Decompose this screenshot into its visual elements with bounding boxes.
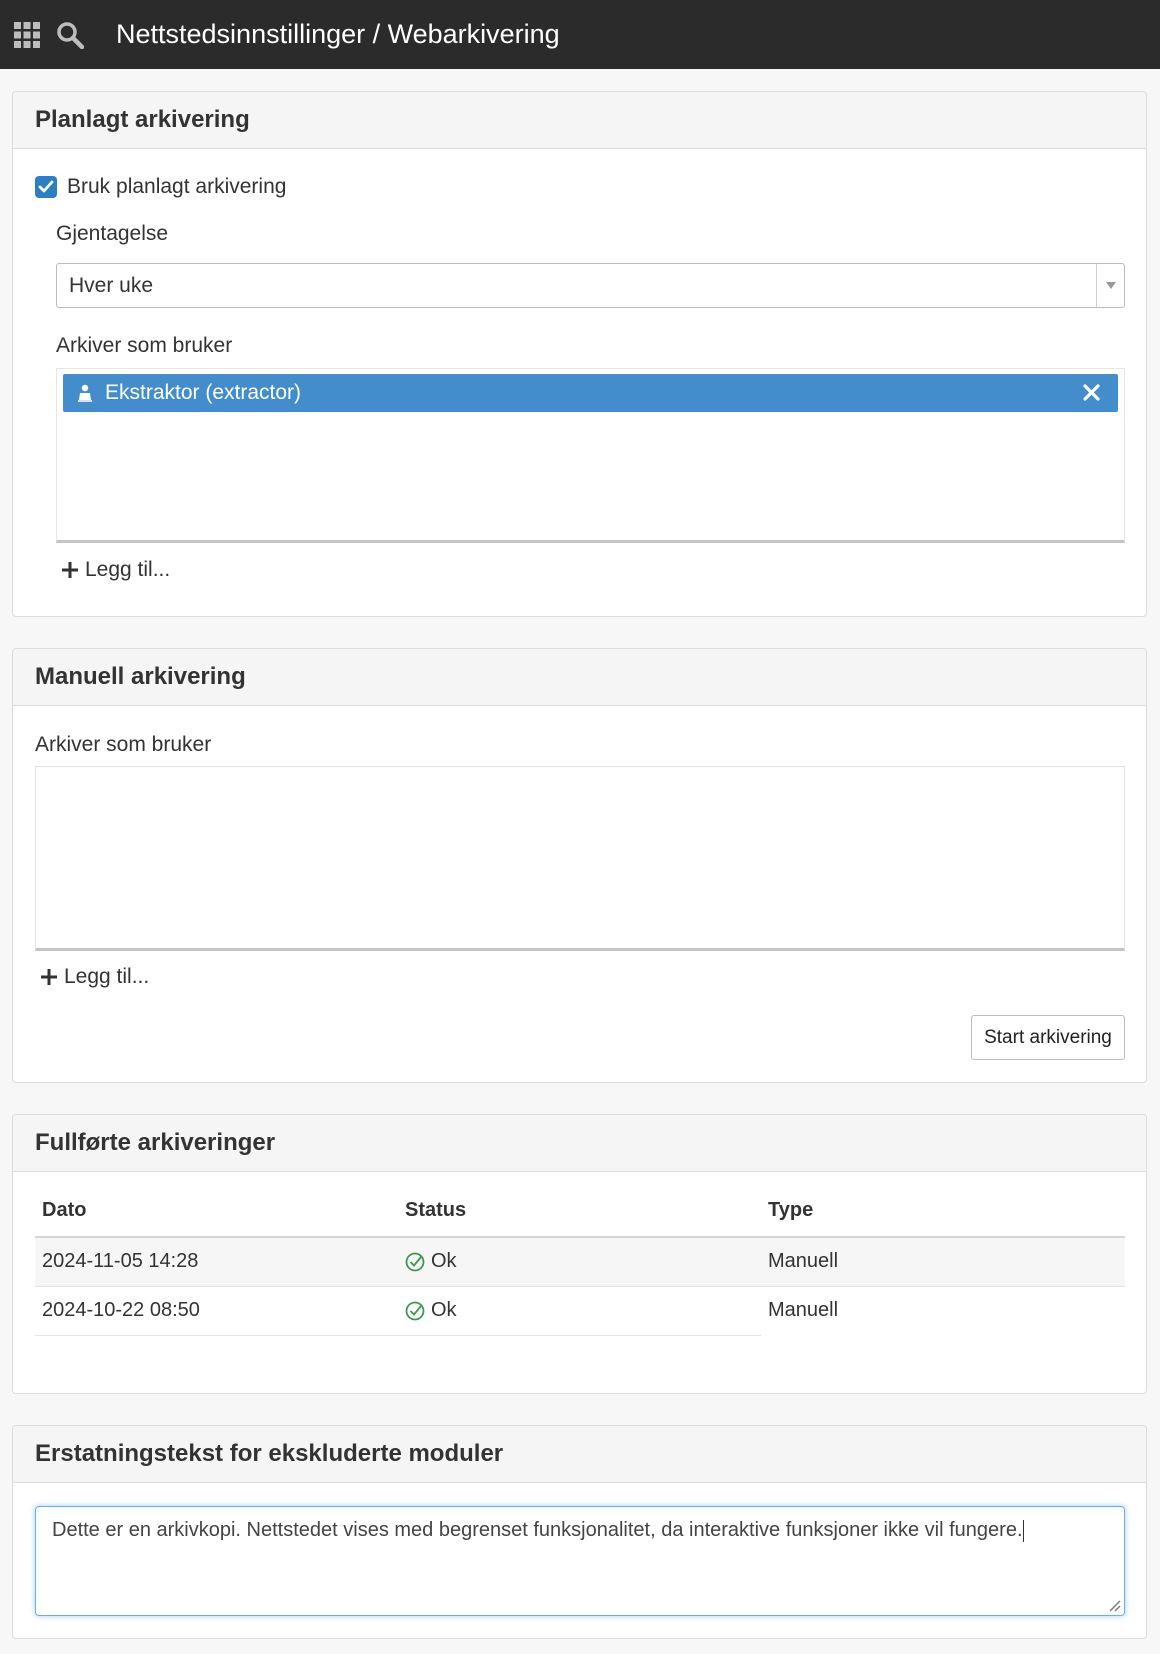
page-title: Nettstedsinnstillinger / Webarkivering [116,19,560,49]
panel-heading: Manuell arkivering [13,649,1146,706]
archive-user-label: Arkiver som bruker [56,334,233,357]
remove-icon[interactable] [1083,384,1100,401]
cell-type: Manuell [761,1237,1125,1287]
plus-icon [40,968,58,986]
user-chip-label: Ekstraktor (extractor) [105,381,302,404]
column-type[interactable]: Type [761,1185,1125,1238]
scheduled-user-list: Ekstraktor (extractor) [56,368,1125,543]
add-manual-user-link[interactable]: Legg til... [40,965,149,989]
repeat-select-value: Hver uke [69,273,154,297]
plus-icon [61,561,79,579]
panel-heading: Planlagt arkivering [13,92,1146,149]
check-icon [38,180,54,193]
add-link-label: Legg til... [64,965,150,988]
cell-type: Manuell [768,1299,839,1322]
grid-icon[interactable] [14,15,40,55]
completed-table: Dato Status Type 2024-11-05 14:28 Ok Man… [35,1185,1125,1336]
use-scheduled-checkbox[interactable] [35,176,57,198]
resize-handle-icon[interactable] [1107,1598,1121,1612]
chevron-down-icon[interactable] [1096,264,1124,307]
replacement-text-panel: Erstatningstekst for ekskluderte moduler… [12,1425,1147,1639]
archive-user-label: Arkiver som bruker [35,733,212,756]
cell-status: Ok [398,1286,761,1336]
checkbox-label: Bruk planlagt arkivering [67,175,287,198]
panel-heading: Fullførte arkiveringer [13,1115,1146,1172]
add-link-label: Legg til... [85,558,171,581]
cell-date: 2024-10-22 08:50 [35,1286,398,1336]
status-text: Ok [431,1250,457,1273]
user-icon [77,384,93,402]
cell-date: 2024-11-05 14:28 [35,1237,398,1287]
search-icon[interactable] [56,15,84,55]
add-scheduled-user-link[interactable]: Legg til... [61,558,170,582]
manual-archiving-panel: Manuell arkivering Arkiver som bruker Le… [12,648,1147,1083]
replacement-text: Dette er en arkivkopi. Nettstedet vises … [52,1519,1023,1541]
table-row: 2024-11-05 14:28 Ok Manuell [35,1237,1125,1287]
table-header-row: Dato Status Type [35,1185,1125,1238]
ok-check-icon [405,1301,425,1321]
column-status[interactable]: Status [398,1185,761,1238]
column-date[interactable]: Dato [35,1185,398,1238]
repeat-label: Gjentagelse [56,222,169,245]
text-cursor [1022,1519,1024,1542]
repeat-select[interactable]: Hver uke [56,263,1125,308]
replacement-textarea[interactable]: Dette er en arkivkopi. Nettstedet vises … [35,1506,1125,1616]
cell-status: Ok [398,1237,761,1287]
panel-heading: Erstatningstekst for ekskluderte moduler [13,1426,1146,1483]
table-row: 2024-10-22 08:50 Ok Manuell [35,1286,1125,1336]
user-chip: Ekstraktor (extractor) [63,374,1118,412]
status-text: Ok [431,1299,457,1321]
manual-user-list[interactable] [35,766,1125,951]
top-bar: Nettstedsinnstillinger / Webarkivering [0,0,1160,69]
ok-check-icon [405,1252,425,1272]
completed-archivings-panel: Fullførte arkiveringer Dato Status Type … [12,1114,1147,1394]
start-archiving-button[interactable]: Start arkivering [971,1015,1125,1060]
scheduled-archiving-panel: Planlagt arkivering Bruk planlagt arkive… [12,91,1147,617]
use-scheduled-checkbox-row[interactable]: Bruk planlagt arkivering [35,175,286,199]
